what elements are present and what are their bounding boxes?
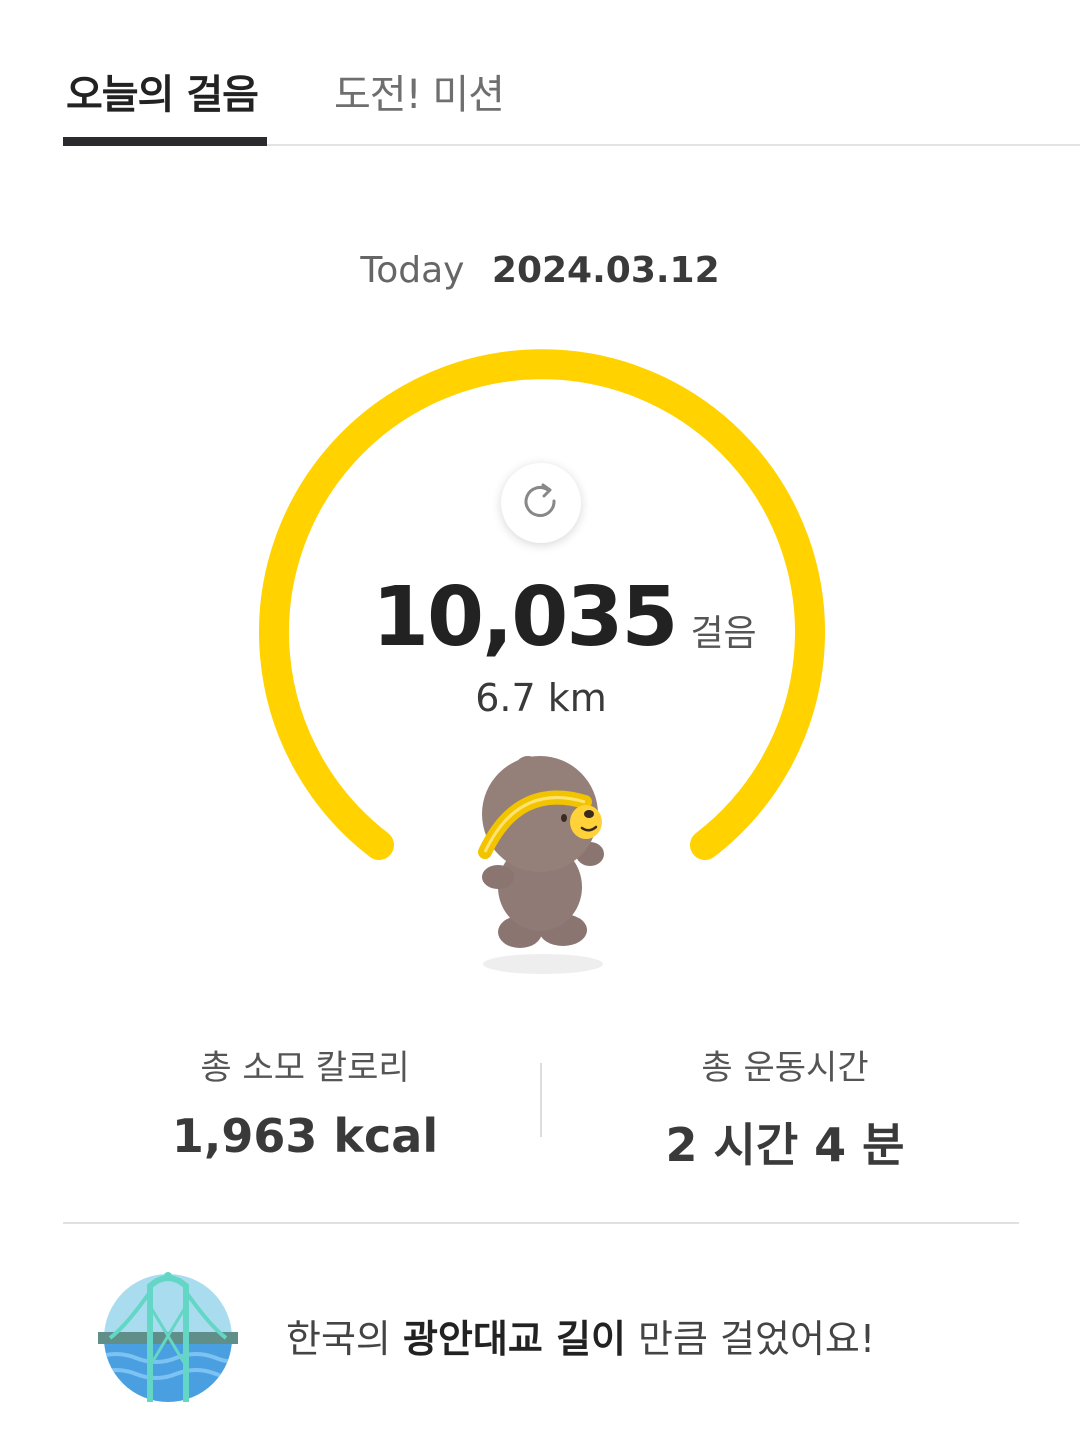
section-divider xyxy=(63,1222,1019,1224)
achievement-highlight: 광안대교 길이 xyxy=(402,1317,626,1361)
achievement-prefix: 한국의 xyxy=(286,1317,403,1361)
stats-divider xyxy=(540,1063,542,1137)
exercise-time-label: 총 운동시간 xyxy=(701,1048,869,1088)
calories-label: 총 소모 칼로리 xyxy=(200,1048,410,1088)
running-bear-icon xyxy=(478,756,604,974)
refresh-icon xyxy=(524,483,556,517)
calories-stat: 총 소모 칼로리 1,963 kcal xyxy=(150,1040,460,1163)
distance-text: 6.7 km xyxy=(475,676,607,720)
step-unit: 걸음 xyxy=(690,613,757,654)
achievement-message: 한국의 광안대교 길이 만큼 걸었어요! xyxy=(286,1308,875,1363)
exercise-time-stat: 총 운동시간 2 시간 4 분 xyxy=(630,1040,940,1175)
exercise-time-value: 2 시간 4 분 xyxy=(665,1118,905,1172)
refresh-button[interactable] xyxy=(501,463,581,543)
achievement-suffix: 만큼 걸었어요! xyxy=(625,1317,876,1361)
step-count: 10,035 xyxy=(372,570,678,665)
calories-value: 1,963 kcal xyxy=(171,1109,439,1163)
steps-row: 10,035 걸음 xyxy=(372,570,757,665)
bridge-icon xyxy=(98,1272,238,1402)
distance-value: 6.7 km xyxy=(0,676,1080,720)
